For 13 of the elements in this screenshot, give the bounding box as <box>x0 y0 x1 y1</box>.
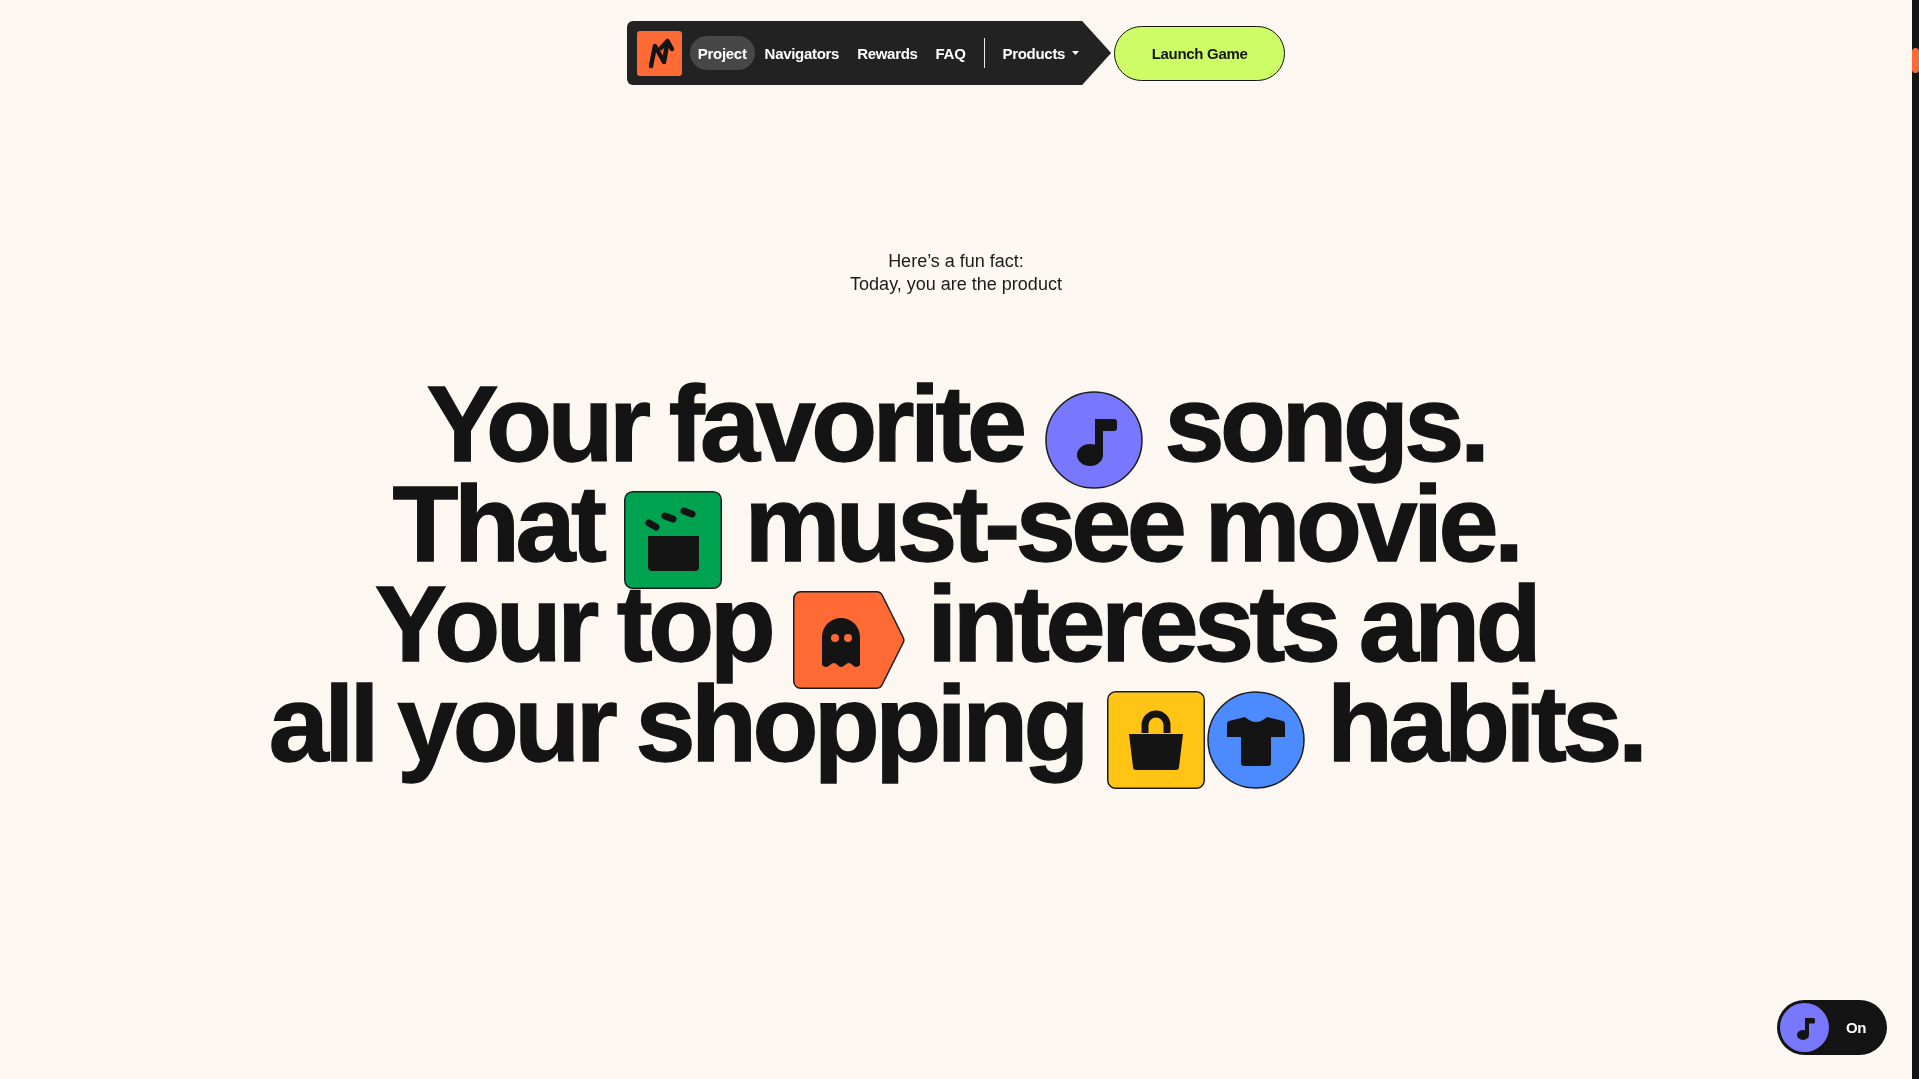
logo-icon[interactable] <box>636 30 682 76</box>
nav-link[interactable]: Navigators <box>756 36 848 70</box>
products-menu[interactable]: Products <box>996 36 1086 70</box>
nav-link[interactable]: Project <box>689 36 755 70</box>
nav-link[interactable]: FAQ <box>927 36 974 70</box>
intro-text: Today, you are the product <box>850 273 1062 296</box>
caret-icon <box>1072 51 1080 55</box>
intro-text: Here’s a fun fact: <box>888 250 1024 273</box>
music-note-icon <box>1780 1003 1829 1052</box>
launch-game-button[interactable]: Launch Game <box>1114 25 1286 81</box>
sound-toggle[interactable]: On <box>1777 1000 1887 1055</box>
scrollbar-thumb[interactable] <box>1912 48 1919 73</box>
nav-link[interactable]: Rewards <box>849 36 926 70</box>
